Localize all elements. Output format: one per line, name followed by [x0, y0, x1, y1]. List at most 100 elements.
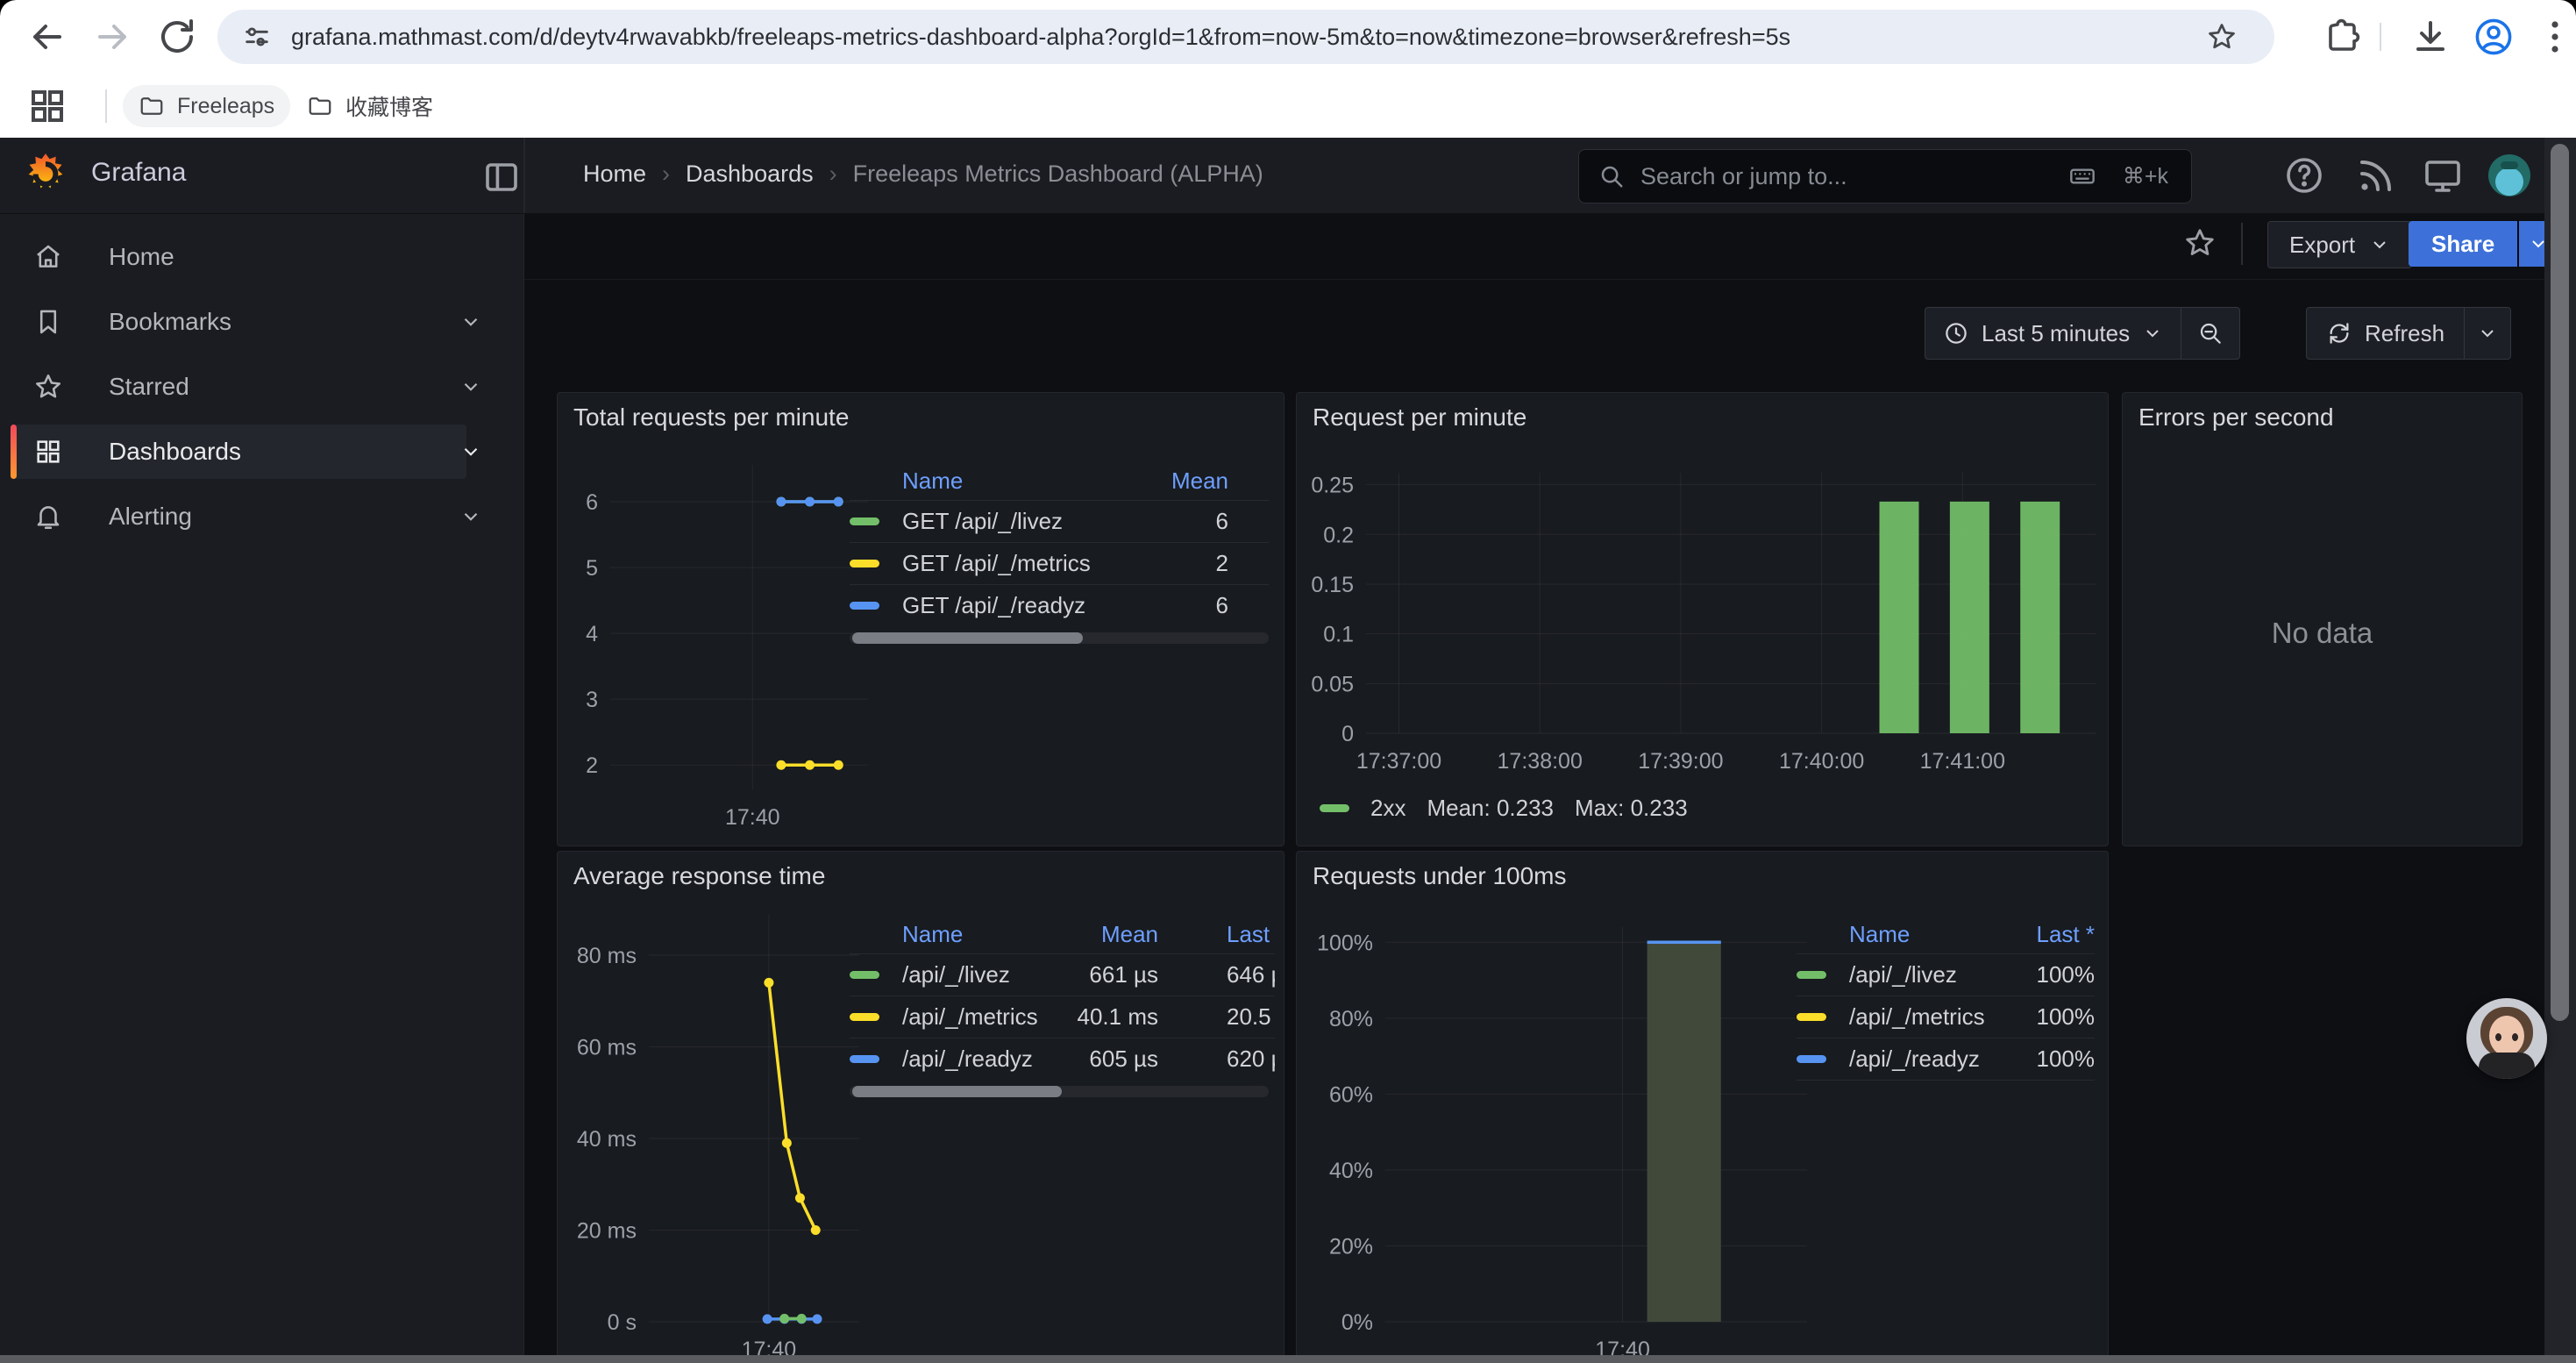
svg-text:17:37:00: 17:37:00 [1356, 749, 1441, 774]
svg-text:20 ms: 20 ms [577, 1219, 637, 1244]
browser-menu-icon[interactable] [2534, 16, 2576, 58]
legend-header-mean[interactable]: Mean [1042, 921, 1158, 948]
legend-hscrollbar[interactable] [850, 632, 1269, 644]
url-bar[interactable]: grafana.mathmast.com/d/deytv4rwavabkb/fr… [217, 10, 2274, 64]
breadcrumb-dashboards[interactable]: Dashboards [686, 161, 814, 187]
bookmark-star-icon[interactable] [2206, 21, 2238, 53]
svg-text:0 s: 0 s [608, 1310, 637, 1335]
sidebar-item-dashboards[interactable]: Dashboards [11, 425, 466, 479]
svg-text:80%: 80% [1329, 1007, 1373, 1031]
legend-row[interactable]: /api/_/metrics 40.1 ms 20.5 ms [850, 995, 1275, 1038]
svg-text:5: 5 [586, 556, 598, 581]
grafana-logo[interactable] [23, 152, 68, 197]
refresh-button[interactable]: Refresh [2307, 320, 2464, 347]
panel-errors-per-second[interactable]: Errors per second No data [2122, 392, 2523, 846]
legend-table: Name Mean GET /api/_/livez 6 GET /api/_/… [850, 461, 1269, 644]
chevron-down-icon [2369, 234, 2390, 255]
panel-avg-response-time[interactable]: Average response time 80 ms60 ms40 ms20 … [557, 851, 1284, 1363]
browser-toolbar: grafana.mathmast.com/d/deytv4rwavabkb/fr… [0, 0, 2576, 74]
svg-text:17:40:00: 17:40:00 [1779, 749, 1864, 774]
horizontal-scrollbar[interactable] [0, 1355, 2576, 1363]
legend-table: Name Mean Last * /api/_/livez 661 µs 646… [850, 915, 1275, 1097]
legend-header-name[interactable]: Name [902, 921, 1042, 948]
svg-text:0.25: 0.25 [1311, 474, 1354, 498]
sidebar-item-alerting[interactable]: Alerting [11, 489, 466, 544]
legend-row[interactable]: /api/_/livez 100% [1797, 953, 2095, 995]
svg-text:60 ms: 60 ms [577, 1036, 637, 1060]
profile-icon[interactable] [2473, 16, 2515, 58]
export-button[interactable]: Export [2267, 221, 2412, 268]
bookmark-folder-blogs[interactable]: 收藏博客 [291, 85, 449, 127]
breadcrumb: Home›Dashboards›Freeleaps Metrics Dashbo… [583, 161, 1263, 188]
series-swatch [1797, 1055, 1826, 1063]
search-placeholder: Search or jump to... [1640, 163, 1847, 190]
panel-title: Request per minute [1313, 403, 1526, 432]
legend-table: Name Last * /api/_/livez 100% /api/_/met… [1797, 915, 2095, 1081]
legend-row[interactable]: /api/_/livez 661 µs 646 µs [850, 953, 1275, 995]
home-icon [33, 242, 63, 272]
search-input[interactable]: Search or jump to... ⌘+k [1578, 149, 2192, 203]
panel-request-per-minute[interactable]: Request per minute 0.250.20.150.10.05017… [1296, 392, 2109, 846]
folder-icon [307, 93, 333, 119]
site-settings-icon[interactable] [242, 22, 272, 52]
vertical-scrollbar-thumb[interactable] [2551, 144, 2569, 1021]
news-rss-icon[interactable] [2355, 154, 2397, 196]
svg-text:6: 6 [586, 490, 598, 515]
legend-header-name[interactable]: Name [902, 467, 1123, 495]
keyboard-icon [2068, 162, 2096, 190]
back-icon[interactable] [26, 16, 68, 58]
dock-menu-icon[interactable] [480, 156, 523, 198]
bookmark-folder-freeleaps[interactable]: Freeleaps [123, 85, 290, 127]
legend-hscrollbar[interactable] [850, 1086, 1269, 1097]
panel-total-requests[interactable]: Total requests per minute 6543217:40 Nam… [557, 392, 1284, 846]
breadcrumb-home[interactable]: Home [583, 161, 646, 187]
sidebar-item-starred[interactable]: Starred [11, 360, 466, 414]
chevron-down-icon[interactable] [459, 310, 482, 333]
svg-text:80 ms: 80 ms [577, 944, 637, 968]
breadcrumb-current: Freeleaps Metrics Dashboard (ALPHA) [853, 161, 1263, 187]
extensions-icon[interactable] [2322, 16, 2364, 58]
legend-header-last[interactable]: Last * [1998, 921, 2095, 948]
zoom-out-button[interactable] [2181, 320, 2239, 346]
legend-row[interactable]: /api/_/readyz 100% [1797, 1038, 2095, 1081]
legend-header-mean[interactable]: Mean [1123, 467, 1228, 495]
floating-assistant-avatar[interactable] [2466, 998, 2547, 1079]
refresh-interval-button[interactable] [2465, 323, 2510, 344]
bookmark-label: Freeleaps [177, 94, 274, 119]
time-range-picker[interactable]: Last 5 minutes [1925, 320, 2181, 347]
refresh-icon [2326, 320, 2352, 346]
apps-grid-icon[interactable] [26, 85, 68, 127]
share-button[interactable]: Share [2409, 221, 2517, 267]
sidebar-item-bookmarks[interactable]: Bookmarks [11, 295, 466, 349]
legend-row[interactable]: /api/_/readyz 605 µs 620 µs [850, 1038, 1275, 1080]
chevron-down-icon[interactable] [459, 440, 482, 463]
legend-row[interactable]: GET /api/_/readyz 6 [850, 584, 1269, 626]
legend-row[interactable]: GET /api/_/metrics 2 [850, 542, 1269, 584]
legend-header-last[interactable]: Last * [1227, 921, 1275, 948]
monitor-icon[interactable] [2422, 154, 2464, 196]
chevron-down-icon[interactable] [459, 505, 482, 528]
svg-text:0.05: 0.05 [1311, 672, 1354, 696]
legend-row[interactable]: GET /api/_/livez 6 [850, 500, 1269, 542]
search-shortcut: ⌘+k [2123, 163, 2168, 189]
panel-title: Average response time [573, 862, 825, 890]
favorite-star-icon[interactable] [2183, 226, 2217, 260]
time-range-control: Last 5 minutes [1925, 307, 2240, 360]
help-icon[interactable] [2283, 154, 2325, 196]
chevron-down-icon[interactable] [459, 375, 482, 398]
vertical-scrollbar[interactable] [2544, 138, 2576, 1363]
legend[interactable]: 2xx Mean: 0.233 Max: 0.233 [1320, 795, 1688, 822]
panel-requests-under-100ms[interactable]: Requests under 100ms 100%80%60%40%20%0%1… [1296, 851, 2109, 1363]
download-icon[interactable] [2409, 16, 2451, 58]
svg-text:17:39:00: 17:39:00 [1638, 749, 1723, 774]
reload-icon[interactable] [156, 16, 198, 58]
legend-row[interactable]: /api/_/metrics 100% [1797, 995, 2095, 1038]
refresh-control: Refresh [2306, 307, 2511, 360]
legend-header-name[interactable]: Name [1849, 921, 1998, 948]
sidebar-item-home[interactable]: Home [11, 230, 466, 284]
active-accent-bar [11, 425, 17, 479]
forward-icon[interactable] [91, 16, 133, 58]
panel-title: Requests under 100ms [1313, 862, 1567, 890]
svg-text:0.1: 0.1 [1323, 623, 1354, 647]
user-avatar[interactable] [2488, 154, 2530, 196]
